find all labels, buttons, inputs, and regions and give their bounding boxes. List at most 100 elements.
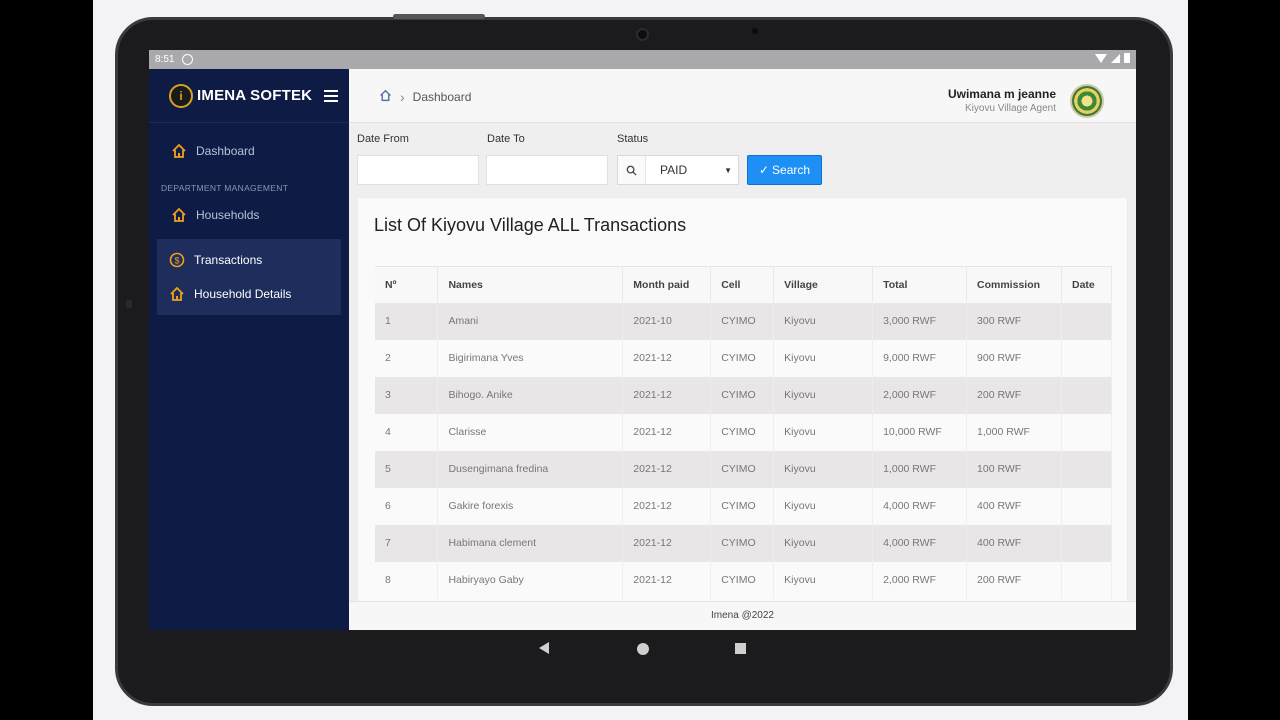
table-cell: Kiyovu xyxy=(773,339,874,377)
video-frame: 8:51 i IMENA SOFTEK Dashboard DEPARTMENT… xyxy=(0,0,1280,720)
column-header[interactable]: Names xyxy=(437,266,624,303)
signal-icon xyxy=(1111,53,1120,63)
home-icon xyxy=(171,143,187,159)
brand-name: IMENA SOFTEK xyxy=(197,87,313,104)
sidebar-item-households[interactable]: Households xyxy=(149,197,349,233)
table-cell xyxy=(1061,561,1113,599)
search-button-label: Search xyxy=(772,163,811,177)
top-bar: › Dashboard Uwimana m jeanne Kiyovu Vill… xyxy=(349,69,1136,123)
column-header[interactable]: Total xyxy=(872,266,968,303)
back-icon[interactable] xyxy=(539,642,549,654)
check-icon: ✓ xyxy=(758,163,770,177)
table-row[interactable]: 3 Bihogo. Anike 2021-12 CYIMO Kiyovu 2,000 RW… xyxy=(375,376,1113,414)
table-cell: 2,000 RWF xyxy=(872,561,968,599)
table-cell: 2021-12 xyxy=(622,413,712,451)
user-info[interactable]: Uwimana m jeanne Kiyovu Village Agent xyxy=(948,87,1056,114)
date-to-label: Date To xyxy=(487,133,525,145)
android-nav-bar xyxy=(149,630,1136,668)
table-cell: 3,000 RWF xyxy=(872,302,968,340)
table-cell: 2021-12 xyxy=(622,450,712,488)
table-cell: CYIMO xyxy=(710,487,775,525)
table-cell: Kiyovu xyxy=(773,376,874,414)
table-cell xyxy=(1061,339,1113,377)
table-row[interactable]: 8 Habiryayo Gaby 2021-12 CYIMO Kiyovu 2,000 R… xyxy=(375,561,1113,599)
date-from-field[interactable] xyxy=(357,155,479,185)
table-cell: 100 RWF xyxy=(966,450,1062,488)
sidebar-item-label: Dashboard xyxy=(196,144,255,158)
table-cell: 1,000 RWF xyxy=(966,413,1062,451)
battery-icon xyxy=(1124,53,1130,63)
table-cell xyxy=(1061,450,1113,488)
notification-icon xyxy=(182,54,194,65)
column-header[interactable]: Nº xyxy=(375,266,439,303)
wifi-icon xyxy=(1095,53,1107,63)
home-icon xyxy=(171,207,187,223)
main-content: › Dashboard Uwimana m jeanne Kiyovu Vill… xyxy=(349,69,1136,630)
table-cell: CYIMO xyxy=(710,339,775,377)
table-cell: 900 RWF xyxy=(966,339,1062,377)
table-cell: 10,000 RWF xyxy=(872,413,968,451)
status-icons xyxy=(1095,53,1130,63)
table-cell: 2021-12 xyxy=(622,339,712,377)
table-body: 1 Amani 2021-10 CYIMO Kiyovu 3,000 RWF 300 RWF… xyxy=(375,302,1113,599)
table-row[interactable]: 6 Gakire forexis 2021-12 CYIMO Kiyovu 4,000 R… xyxy=(375,487,1113,525)
user-name: Uwimana m jeanne xyxy=(947,87,1056,101)
table-cell: Kiyovu xyxy=(773,524,874,562)
table-cell: CYIMO xyxy=(710,302,775,340)
status-value: PAID xyxy=(660,163,688,177)
search-button[interactable]: ✓ Search xyxy=(747,155,822,185)
table-cell: 4 xyxy=(375,413,439,451)
brand: i IMENA SOFTEK xyxy=(149,69,349,123)
table-cell: 1 xyxy=(375,302,439,340)
table-cell: 2 xyxy=(375,339,439,377)
table-cell: CYIMO xyxy=(710,524,775,562)
table-cell: 200 RWF xyxy=(966,376,1062,414)
sidebar-item-label: Transactions xyxy=(194,253,263,267)
date-to-field[interactable] xyxy=(486,155,608,185)
table-header-row: Nº Names Month paid Cell Village Total C… xyxy=(375,266,1113,303)
table-cell: 2,000 RWF xyxy=(872,376,968,414)
transactions-table: Nº Names Month paid Cell Village Total C… xyxy=(375,266,1113,599)
sidebar-item-transactions[interactable]: $ Transactions xyxy=(157,243,341,277)
column-header[interactable]: Commission xyxy=(966,266,1062,303)
column-header[interactable]: Month paid xyxy=(622,266,712,303)
table-cell: Kiyovu xyxy=(773,302,874,340)
front-camera xyxy=(636,28,649,41)
filter-bar: Date From Date To Status PAID ▼ ✓ Search xyxy=(357,127,1136,193)
sidebar-item-household-details[interactable]: Household Details xyxy=(157,277,341,311)
sidebar-subgroup: $ Transactions Household Details xyxy=(157,239,341,315)
table-row[interactable]: 1 Amani 2021-10 CYIMO Kiyovu 3,000 RWF 300 RWF xyxy=(375,302,1113,340)
home-icon xyxy=(169,286,185,302)
table-row[interactable]: 4 Clarisse 2021-12 CYIMO Kiyovu 10,000 RWF 1,0… xyxy=(375,413,1113,451)
table-cell: Bigirimana Yves xyxy=(437,339,624,377)
column-header[interactable]: Cell xyxy=(710,266,775,303)
column-header[interactable]: Village xyxy=(773,266,874,303)
table-cell: Clarisse xyxy=(437,413,624,451)
table-cell xyxy=(1061,487,1113,525)
table-row[interactable]: 7 Habimana clement 2021-12 CYIMO Kiyovu 4,000… xyxy=(375,524,1113,562)
column-header[interactable]: Date xyxy=(1061,266,1113,303)
table-cell: 3 xyxy=(375,376,439,414)
table-cell: 400 RWF xyxy=(966,487,1062,525)
table-cell: 8 xyxy=(375,561,439,599)
transactions-card: List Of Kiyovu Village ALL Transactions … xyxy=(357,197,1128,630)
home-circle-icon[interactable] xyxy=(637,643,649,655)
recents-icon[interactable] xyxy=(735,643,746,654)
status-label: Status xyxy=(617,133,649,145)
table-cell: 4,000 RWF xyxy=(872,524,968,562)
user-avatar[interactable] xyxy=(1070,84,1104,118)
table-cell: Kiyovu xyxy=(773,487,874,525)
sidebar-item-dashboard[interactable]: Dashboard xyxy=(149,133,349,169)
table-cell: 5 xyxy=(375,450,439,488)
table-cell: 2021-10 xyxy=(622,302,712,340)
table-cell: 1,000 RWF xyxy=(872,450,968,488)
sidebar: i IMENA SOFTEK Dashboard DEPARTMENT MANA… xyxy=(149,69,349,630)
android-status-bar: 8:51 xyxy=(149,50,1136,69)
tablet-button xyxy=(393,14,485,19)
home-icon[interactable] xyxy=(379,89,392,105)
status-select[interactable]: PAID ▼ xyxy=(617,155,739,185)
table-row[interactable]: 2 Bigirimana Yves 2021-12 CYIMO Kiyovu 9,000 … xyxy=(375,339,1113,377)
table-cell: Bihogo. Anike xyxy=(437,376,624,414)
table-row[interactable]: 5 Dusengimana fredina 2021-12 CYIMO Kiyovu 1,… xyxy=(375,450,1113,488)
menu-toggle-icon[interactable] xyxy=(324,89,339,102)
